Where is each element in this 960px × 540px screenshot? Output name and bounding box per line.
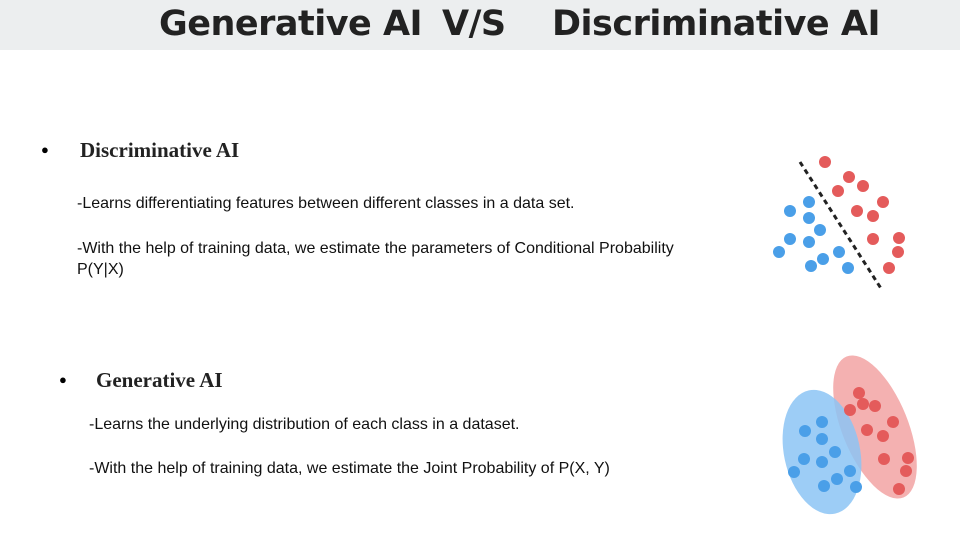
blue-point — [831, 473, 843, 485]
red-point — [887, 416, 899, 428]
blue-point — [788, 466, 800, 478]
generative-line-1: -Learns the underlying distribution of e… — [89, 416, 520, 433]
heading-discriminative: Discriminative AI — [80, 138, 240, 162]
blue-point — [799, 425, 811, 437]
blue-point — [817, 253, 829, 265]
red-point — [867, 210, 879, 222]
discriminative-illustration — [773, 156, 905, 291]
red-point — [857, 398, 869, 410]
red-point — [857, 180, 869, 192]
blue-point — [814, 224, 826, 236]
red-point — [902, 452, 914, 464]
title-vs: V/S — [442, 4, 506, 44]
blue-point — [850, 481, 862, 493]
blue-point — [833, 246, 845, 258]
blue-point — [829, 446, 841, 458]
red-point — [851, 205, 863, 217]
red-point — [883, 262, 895, 274]
blue-point — [784, 205, 796, 217]
red-point — [853, 387, 865, 399]
blue-point — [773, 246, 785, 258]
red-point — [893, 483, 905, 495]
blue-point — [818, 480, 830, 492]
generative-illustration — [782, 355, 917, 515]
red-point — [843, 171, 855, 183]
blue-point — [805, 260, 817, 272]
red-point — [877, 196, 889, 208]
blue-point — [816, 416, 828, 428]
red-point — [819, 156, 831, 168]
blue-point — [842, 262, 854, 274]
red-point — [878, 453, 890, 465]
blue-point — [798, 453, 810, 465]
red-point — [867, 233, 879, 245]
blue-point — [803, 212, 815, 224]
red-point — [877, 430, 889, 442]
blue-point — [816, 433, 828, 445]
bullet-generative: ● — [59, 372, 67, 387]
blue-point — [816, 456, 828, 468]
title-discriminative: Discriminative AI — [552, 4, 880, 44]
heading-generative: Generative AI — [96, 368, 223, 392]
red-point — [832, 185, 844, 197]
title-generative: Generative AI — [159, 4, 423, 44]
blue-point — [844, 465, 856, 477]
discriminative-line-2: -With the help of training data, we esti… — [77, 240, 674, 278]
red-point — [892, 246, 904, 258]
red-point — [869, 400, 881, 412]
discriminative-line-1: -Learns differentiating features between… — [77, 195, 575, 212]
blue-point — [803, 196, 815, 208]
red-point — [893, 232, 905, 244]
red-point — [900, 465, 912, 477]
generative-line-2: -With the help of training data, we esti… — [89, 460, 610, 477]
blue-point — [784, 233, 796, 245]
red-point — [861, 424, 873, 436]
blue-point — [803, 236, 815, 248]
bullet-discriminative: ● — [41, 142, 49, 157]
blue-class-points — [773, 196, 854, 274]
red-point — [844, 404, 856, 416]
